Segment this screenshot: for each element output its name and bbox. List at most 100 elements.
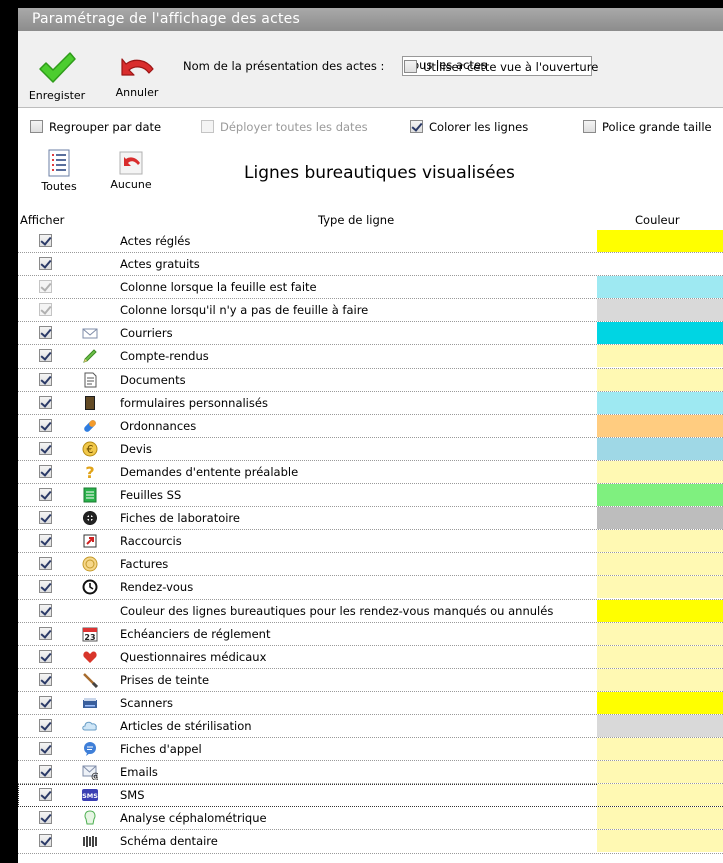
line-color-swatch[interactable] [597, 253, 723, 276]
table-row[interactable]: Feuilles SS [18, 484, 723, 508]
table-row[interactable]: Factures [18, 553, 723, 577]
table-row[interactable]: SMS SMS [18, 784, 723, 808]
line-color-swatch[interactable] [597, 714, 723, 737]
line-color-swatch[interactable] [597, 322, 723, 345]
table-row[interactable]: Questionnaires médicaux [18, 645, 723, 669]
show-line-checkbox[interactable] [39, 580, 52, 594]
line-color-swatch[interactable] [597, 761, 723, 784]
cancel-button[interactable]: Annuler [112, 55, 162, 99]
show-line-checkbox[interactable] [39, 649, 52, 663]
deploy-all-dates-option: Déployer toutes les dates [201, 120, 368, 134]
big-font-checkbox[interactable] [583, 120, 596, 133]
show-line-checkbox[interactable] [39, 672, 52, 686]
line-color-swatch[interactable] [597, 230, 723, 252]
table-row[interactable]: Fiches d'appel [18, 738, 723, 762]
show-line-checkbox[interactable] [39, 534, 52, 548]
line-color-swatch[interactable] [597, 345, 723, 368]
table-row[interactable]: Colonne lorsque la feuille est faite [18, 276, 723, 300]
group-by-date-checkbox[interactable] [30, 120, 43, 133]
svg-text:SMS: SMS [82, 792, 98, 800]
line-color-swatch[interactable] [597, 414, 723, 437]
show-line-checkbox[interactable] [39, 765, 52, 779]
table-row[interactable]: ? Demandes d'entente préalable [18, 460, 723, 485]
table-row[interactable]: Courriers [18, 322, 723, 346]
show-line-checkbox[interactable] [39, 811, 52, 825]
line-color-swatch[interactable] [597, 507, 723, 530]
table-row[interactable]: Documents [18, 368, 723, 392]
line-color-swatch[interactable] [597, 807, 723, 830]
line-color-swatch[interactable] [597, 530, 723, 553]
column-header-show: Afficher [20, 213, 65, 227]
table-row[interactable]: 23 Echéanciers de réglement [18, 622, 723, 646]
line-color-swatch[interactable] [597, 553, 723, 576]
show-line-checkbox[interactable] [39, 834, 52, 848]
table-row[interactable]: Actes réglés [18, 230, 723, 254]
group-by-date-option[interactable]: Regrouper par date [30, 120, 161, 134]
table-row[interactable]: @ Emails [18, 761, 723, 785]
table-row[interactable]: € Devis [18, 437, 723, 461]
show-line-checkbox[interactable] [39, 718, 52, 732]
table-row[interactable]: Fiches de laboratoire [18, 507, 723, 531]
color-lines-checkbox[interactable] [410, 120, 423, 133]
line-color-swatch[interactable] [597, 276, 723, 299]
line-color-swatch[interactable] [597, 391, 723, 414]
show-line-checkbox[interactable] [39, 395, 52, 409]
show-line-checkbox[interactable] [39, 742, 52, 756]
table-row[interactable]: Articles de stérilisation [18, 714, 723, 739]
table-row[interactable]: Scanners [18, 691, 723, 715]
show-line-checkbox[interactable] [39, 626, 52, 640]
select-all-button[interactable]: Toutes [36, 149, 82, 193]
show-line-checkbox[interactable] [39, 511, 52, 525]
table-row[interactable]: formulaires personnalisés [18, 391, 723, 415]
table-row[interactable]: Analyse céphalométrique [18, 807, 723, 831]
svg-text:€: € [87, 443, 94, 456]
presentation-label: Nom de la présentation des actes : [183, 59, 385, 73]
line-color-swatch[interactable] [597, 368, 723, 391]
line-color-swatch[interactable] [597, 576, 723, 599]
save-button[interactable]: Enregister [26, 51, 88, 102]
show-line-checkbox[interactable] [39, 557, 52, 571]
line-color-swatch[interactable] [597, 668, 723, 691]
table-row[interactable]: Prises de teinte [18, 668, 723, 692]
checkmark-icon [39, 52, 76, 83]
line-color-swatch[interactable] [597, 645, 723, 668]
show-line-checkbox[interactable] [39, 464, 52, 478]
table-row[interactable]: Compte-rendus [18, 345, 723, 369]
show-line-checkbox[interactable] [39, 372, 52, 386]
line-color-swatch[interactable] [597, 784, 723, 807]
show-line-checkbox[interactable] [39, 418, 52, 432]
line-color-swatch[interactable] [597, 460, 723, 483]
table-row[interactable]: Colonne lorsqu'il n'y a pas de feuille à… [18, 299, 723, 323]
table-row[interactable]: Ordonnances [18, 414, 723, 438]
line-color-swatch[interactable] [597, 599, 723, 622]
lab-icon [83, 511, 97, 526]
show-line-checkbox[interactable] [39, 441, 52, 455]
table-row[interactable]: Actes gratuits [18, 253, 723, 277]
big-font-option[interactable]: Police grande taille [583, 120, 712, 134]
show-line-checkbox[interactable] [39, 603, 52, 617]
show-line-checkbox[interactable] [39, 788, 52, 802]
show-line-checkbox[interactable] [39, 349, 52, 363]
line-color-swatch[interactable] [597, 437, 723, 460]
show-line-checkbox[interactable] [39, 234, 52, 247]
show-line-checkbox[interactable] [39, 326, 52, 340]
table-row[interactable]: Couleur des lignes bureautiques pour les… [18, 599, 723, 623]
use-view-on-open-option[interactable]: Utiliser cette vue à l'ouverture [404, 60, 598, 74]
table-row[interactable]: Raccourcis [18, 530, 723, 554]
show-line-checkbox[interactable] [39, 257, 52, 271]
select-none-button[interactable]: Aucune [106, 151, 156, 191]
line-color-swatch[interactable] [597, 738, 723, 761]
line-color-swatch[interactable] [597, 484, 723, 507]
coin-icon [82, 556, 98, 572]
line-color-swatch[interactable] [597, 622, 723, 645]
show-line-checkbox[interactable] [39, 695, 52, 709]
use-view-checkbox[interactable] [404, 60, 417, 73]
line-color-swatch[interactable] [597, 691, 723, 714]
line-color-swatch[interactable] [597, 830, 723, 853]
line-color-swatch[interactable] [597, 299, 723, 322]
table-row[interactable]: Schéma dentaire [18, 830, 723, 854]
save-label: Enregister [28, 89, 86, 102]
show-line-checkbox[interactable] [39, 488, 52, 502]
table-row[interactable]: Rendez-vous [18, 576, 723, 600]
color-lines-option[interactable]: Colorer les lignes [410, 120, 528, 134]
